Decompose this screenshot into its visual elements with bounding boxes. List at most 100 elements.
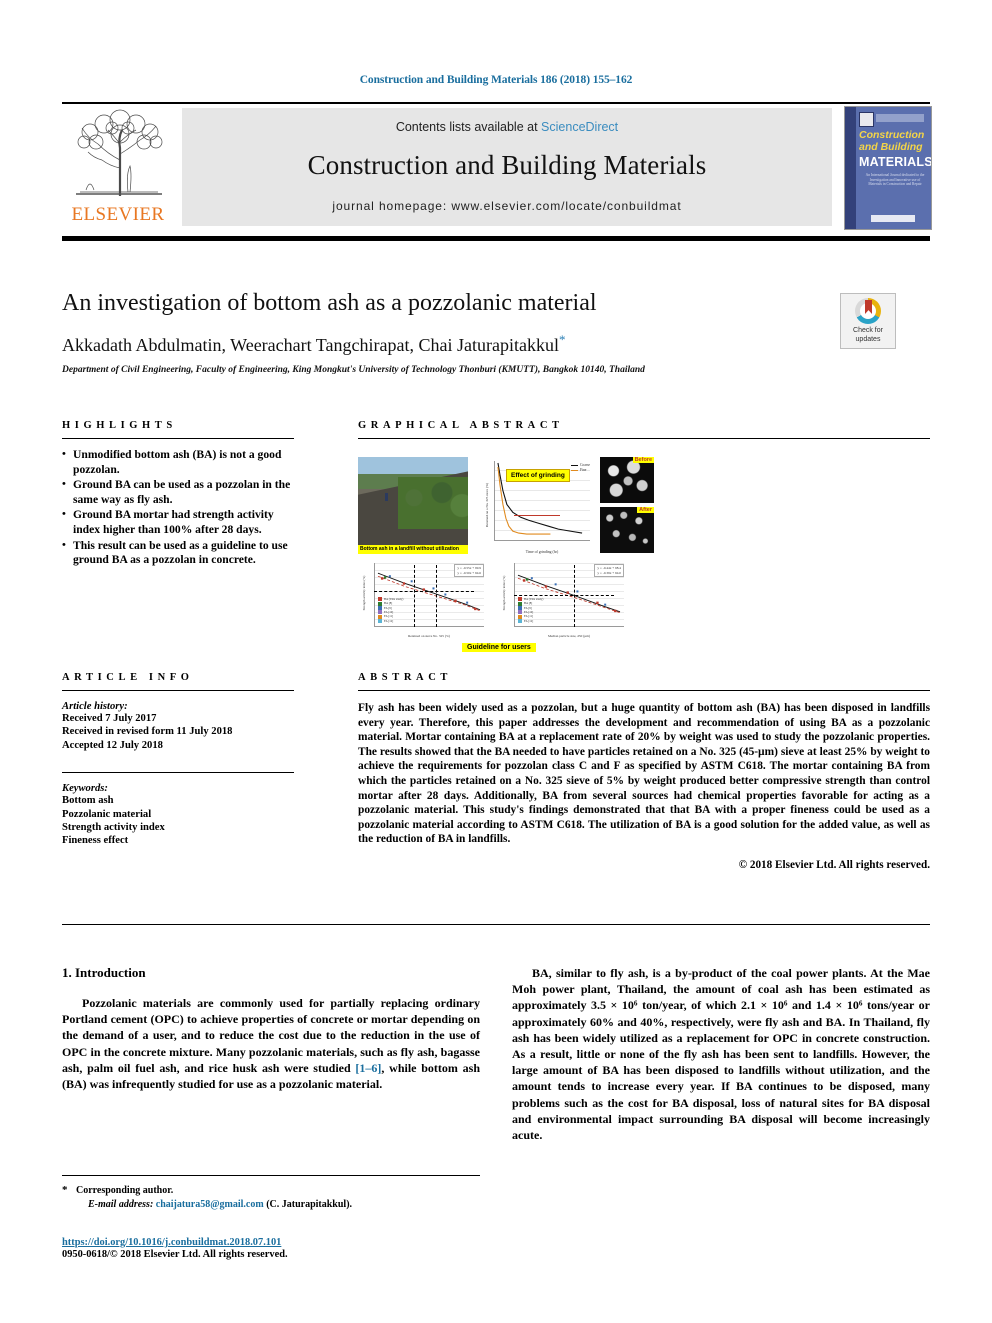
author-list: Akkadath Abdulmatin, Weerachart Tangchir… bbox=[62, 332, 822, 356]
corresponding-author-marker: * bbox=[558, 332, 566, 347]
running-head: Construction and Building Materials 186 … bbox=[359, 74, 633, 86]
sai-d50-guide-v bbox=[574, 565, 575, 627]
abstract-rule bbox=[358, 690, 930, 691]
grinding-badge: Effect of grinding bbox=[506, 469, 570, 482]
legend-label: Coarse bbox=[580, 463, 590, 467]
article-history-item: Received in revised form 11 July 2018 bbox=[62, 726, 233, 738]
elsevier-tree-icon bbox=[68, 108, 168, 200]
elsevier-wordmark: ELSEVIER bbox=[71, 204, 165, 225]
sai-d50-legend: BA (This study) BA [8] FA [9] FA [10] FA… bbox=[518, 597, 543, 623]
body-column-right: BA, similar to fly ash, is a by-product … bbox=[512, 965, 930, 1153]
sem-after-tag: After bbox=[637, 507, 654, 513]
article-info-rule bbox=[62, 690, 294, 691]
footnote-star-icon: * bbox=[62, 1184, 68, 1196]
sai-retained-guide-v1 bbox=[414, 565, 415, 627]
keyword-item: Fineness effect bbox=[62, 835, 129, 847]
list-item: Ground BA can be used as a pozzolan in t… bbox=[62, 477, 294, 507]
cover-title-line1: Construction bbox=[859, 129, 925, 141]
crossmark-bookmark-icon bbox=[865, 300, 872, 314]
crossmark-line2: updates bbox=[855, 335, 881, 343]
highlights-rule bbox=[62, 438, 294, 439]
issn-copyright-line: 0950-0618/© 2018 Elsevier Ltd. All right… bbox=[62, 1249, 288, 1260]
sai-retained-equation-box: y = -0.55x + 99.9 y = -0.50x + 94.6 bbox=[454, 564, 484, 578]
landfill-photo bbox=[358, 457, 468, 551]
body-column-left: 1. Introduction Pozzolanic materials are… bbox=[62, 965, 480, 1102]
list-item: This result can be used as a guideline t… bbox=[62, 538, 294, 568]
guideline-badge: Guideline for users bbox=[462, 643, 536, 652]
sai-d50-y-label: Strength activity index (%) bbox=[502, 575, 506, 611]
journal-homepage-link[interactable]: journal homepage: www.elsevier.com/locat… bbox=[182, 199, 832, 213]
email-link[interactable]: chaijatura58@gmail.com bbox=[156, 1199, 264, 1210]
email-note: E-mail address: chaijatura58@gmail.com (… bbox=[62, 1198, 480, 1212]
intro-paragraph-left: Pozzolanic materials are commonly used f… bbox=[62, 995, 480, 1092]
highlights-heading: HIGHLIGHTS bbox=[62, 420, 177, 431]
contents-line: Contents lists available at ScienceDirec… bbox=[182, 120, 832, 134]
photo-person bbox=[385, 493, 388, 501]
corresponding-author-label: Corresponding author. bbox=[76, 1185, 174, 1196]
sciencedirect-link[interactable]: ScienceDirect bbox=[541, 120, 618, 134]
doi-block: https://doi.org/10.1016/j.conbuildmat.20… bbox=[62, 1237, 492, 1260]
page-title: An investigation of bottom ash as a pozz… bbox=[62, 290, 597, 316]
list-item: Ground BA mortar had strength activity i… bbox=[62, 507, 294, 537]
journal-cover-thumbnail: Construction and Building MATERIALS An I… bbox=[844, 106, 932, 230]
graphical-abstract-rule bbox=[358, 438, 930, 439]
sai-retained-legend: BA (This study) BA [8] FA [9] FA [10] FA… bbox=[378, 597, 403, 623]
sai-retained-guide-h bbox=[374, 591, 474, 592]
cover-blurb: An International Journal dedicated to th… bbox=[865, 173, 925, 187]
abstract-heading: ABSTRACT bbox=[358, 672, 452, 683]
cover-footer-logo bbox=[871, 215, 915, 222]
abstract-section: ABSTRACT Fly ash has been widely used as… bbox=[358, 672, 930, 871]
masthead-center: Contents lists available at ScienceDirec… bbox=[182, 108, 832, 226]
sem-image-after: After bbox=[600, 507, 654, 553]
keyword-item: Pozzolanic material bbox=[62, 808, 152, 820]
email-label: E-mail address: bbox=[88, 1198, 154, 1210]
doi-link[interactable]: https://doi.org/10.1016/j.conbuildmat.20… bbox=[62, 1237, 492, 1248]
affiliation: Department of Civil Engineering, Faculty… bbox=[62, 365, 645, 375]
corresponding-author-note: * Corresponding author. bbox=[62, 1184, 480, 1198]
crossmark-badge[interactable]: Check for updates bbox=[840, 293, 896, 349]
title-block: An investigation of bottom ash as a pozz… bbox=[62, 288, 822, 375]
keywords-rule bbox=[62, 772, 294, 774]
article-info-heading: ARTICLE INFO bbox=[62, 672, 194, 683]
abstract-text: Fly ash has been widely used as a pozzol… bbox=[358, 702, 930, 846]
grinding-legend: Coarse Fine bbox=[571, 463, 590, 473]
cover-logo-square bbox=[859, 112, 874, 127]
crossmark-line1: Check for bbox=[853, 327, 883, 334]
paper-page: Construction and Building Materials 186 … bbox=[0, 0, 992, 1323]
graphical-abstract-section: GRAPHICAL ABSTRACT Bottom ash in a landf… bbox=[358, 420, 930, 661]
crossmark-label: Check for updates bbox=[841, 327, 895, 344]
sai-d50-equation-box: y = -0.44x + 98.4 y = -0.39x + 94.0 bbox=[594, 564, 624, 578]
grinding-range-arrow bbox=[514, 515, 560, 516]
journal-masthead: ELSEVIER Contents lists available at Sci… bbox=[62, 102, 932, 230]
section-heading-introduction: 1. Introduction bbox=[62, 965, 146, 980]
cover-title-line3: MATERIALS bbox=[859, 155, 932, 169]
sai-d50-x-label: Median particle size, d50 (µm) bbox=[548, 634, 590, 638]
abstract-bottom-rule bbox=[62, 924, 930, 925]
photo-trees bbox=[398, 477, 468, 529]
article-history-item: Received 7 July 2017 bbox=[62, 713, 157, 724]
article-info-section: ARTICLE INFO Article history: Received 7… bbox=[62, 672, 294, 848]
keywords-label: Keywords: bbox=[62, 783, 108, 795]
masthead-bottom-rule bbox=[62, 236, 930, 241]
highlights-section: HIGHLIGHTS Unmodified bottom ash (BA) is… bbox=[62, 420, 294, 569]
footnote-block: * Corresponding author. E-mail address: … bbox=[62, 1175, 480, 1211]
graphical-abstract-figure: Bottom ash in a landfill without utiliza… bbox=[358, 449, 930, 661]
abstract-copyright: © 2018 Elsevier Ltd. All rights reserved… bbox=[738, 858, 930, 871]
article-history-label: Article history: bbox=[62, 701, 128, 712]
contents-prefix: Contents lists available at bbox=[395, 120, 538, 134]
reference-link-1-6[interactable]: [1–6] bbox=[355, 1061, 381, 1075]
sem-image-before: Before bbox=[600, 457, 654, 503]
list-item: Unmodified bottom ash (BA) is not a good… bbox=[62, 447, 294, 477]
landfill-photo-caption: Bottom ash in a landfill without utiliza… bbox=[358, 545, 468, 554]
sem-before-tag: Before bbox=[632, 457, 654, 463]
email-suffix: (C. Jaturapitakkul). bbox=[266, 1198, 353, 1210]
article-history-item: Accepted 12 July 2018 bbox=[62, 739, 163, 751]
intro-paragraph-right: BA, similar to fly ash, is a by-product … bbox=[512, 966, 930, 1143]
grinding-y-axis-label: Retained on a No. 325 sieve (%) bbox=[485, 482, 489, 528]
sai-retained-x-label: Retained on sieve No. 325 (%) bbox=[408, 634, 450, 638]
cover-bar bbox=[876, 114, 924, 122]
elsevier-logo: ELSEVIER bbox=[62, 108, 174, 228]
keyword-item: Bottom ash bbox=[62, 795, 114, 807]
sai-d50-guide-h bbox=[514, 595, 614, 596]
crossmark-ring-icon bbox=[855, 298, 881, 324]
